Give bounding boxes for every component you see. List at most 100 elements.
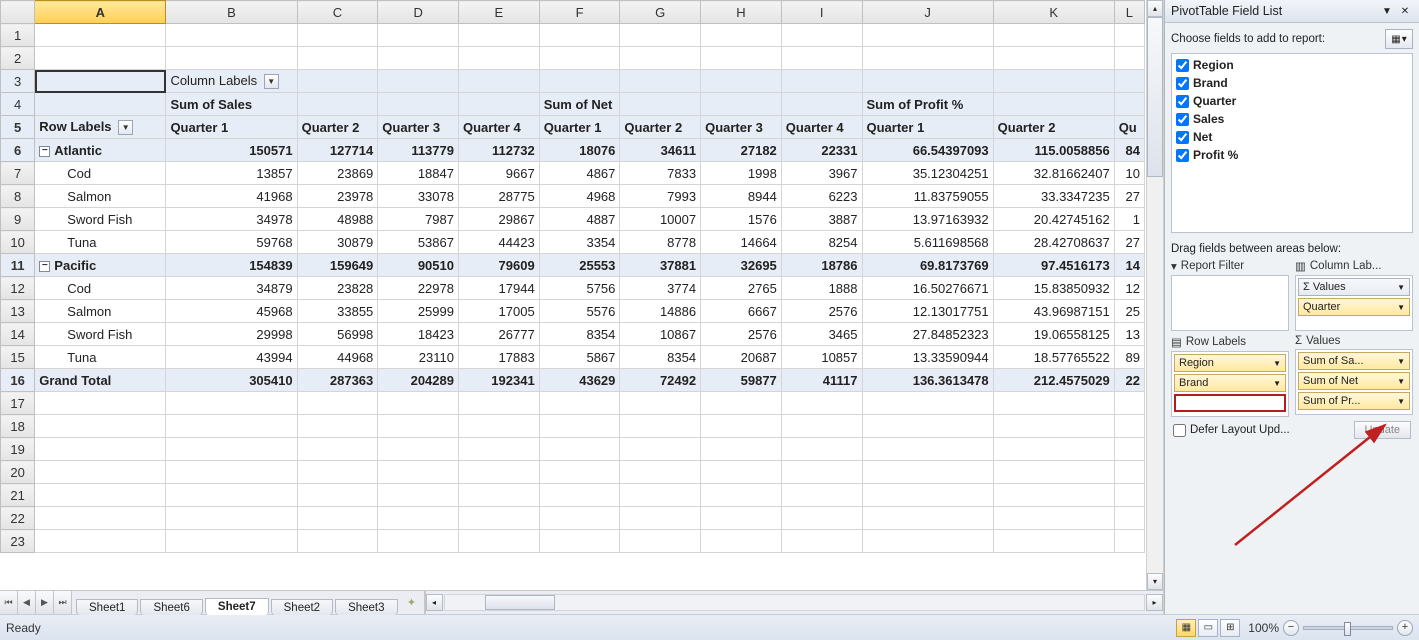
cell[interactable] — [620, 507, 701, 530]
cell[interactable] — [862, 415, 993, 438]
data-cell[interactable]: 33855 — [297, 300, 378, 323]
data-cell[interactable]: 3967 — [781, 162, 862, 185]
cell[interactable] — [993, 507, 1114, 530]
values-dropzone[interactable]: Sum of Sa...▼Sum of Net▼Sum of Pr...▼ — [1295, 349, 1413, 415]
row-header[interactable]: 1 — [1, 24, 35, 47]
data-cell[interactable]: 136.3613478 — [862, 369, 993, 392]
data-cell[interactable]: 5.611698568 — [862, 231, 993, 254]
data-cell[interactable]: 2576 — [781, 300, 862, 323]
sheet-tab[interactable]: Sheet6 — [140, 599, 202, 615]
data-cell[interactable]: 115.0058856 — [993, 139, 1114, 162]
data-cell[interactable]: 33078 — [378, 185, 459, 208]
cell[interactable] — [35, 507, 166, 530]
value-group-header[interactable]: Sum of Profit % — [862, 93, 993, 116]
item-row-label[interactable]: Cod — [35, 277, 166, 300]
column-header[interactable]: I — [781, 1, 862, 24]
data-cell[interactable]: 8254 — [781, 231, 862, 254]
data-cell[interactable]: 150571 — [166, 139, 297, 162]
data-cell[interactable]: 27 — [1114, 185, 1144, 208]
row-header[interactable]: 11 — [1, 254, 35, 277]
cell[interactable] — [378, 392, 459, 415]
scroll-left-arrow[interactable]: ◂ — [426, 594, 443, 611]
cell[interactable] — [166, 415, 297, 438]
column-labels-header[interactable]: Column Labels ▼ — [166, 70, 297, 93]
cell[interactable] — [701, 415, 782, 438]
row-header[interactable]: 2 — [1, 47, 35, 70]
scroll-up-arrow[interactable]: ▴ — [1147, 0, 1163, 17]
data-cell[interactable]: 35.12304251 — [862, 162, 993, 185]
data-cell[interactable]: 17005 — [458, 300, 539, 323]
cell[interactable] — [701, 530, 782, 553]
data-cell[interactable]: 22331 — [781, 139, 862, 162]
cell[interactable] — [166, 461, 297, 484]
cell[interactable] — [620, 93, 701, 116]
data-cell[interactable]: 44423 — [458, 231, 539, 254]
row-header[interactable]: 14 — [1, 323, 35, 346]
data-cell[interactable]: 12.13017751 — [862, 300, 993, 323]
cell[interactable] — [378, 507, 459, 530]
data-cell[interactable]: 20687 — [701, 346, 782, 369]
cell[interactable] — [458, 70, 539, 93]
data-cell[interactable]: 48988 — [297, 208, 378, 231]
data-cell[interactable]: 53867 — [378, 231, 459, 254]
row-header[interactable]: 23 — [1, 530, 35, 553]
cell[interactable] — [378, 70, 459, 93]
field-checkbox[interactable] — [1176, 77, 1189, 90]
data-cell[interactable]: 84 — [1114, 139, 1144, 162]
data-cell[interactable]: 25 — [1114, 300, 1144, 323]
cell[interactable] — [378, 530, 459, 553]
sheet-tab[interactable]: Sheet7 — [205, 598, 269, 615]
data-cell[interactable]: 44968 — [297, 346, 378, 369]
data-cell[interactable]: 11.83759055 — [862, 185, 993, 208]
collapse-icon[interactable]: − — [39, 261, 50, 272]
field-checkbox[interactable] — [1176, 59, 1189, 72]
collapse-icon[interactable]: − — [39, 146, 50, 157]
data-cell[interactable]: 72492 — [620, 369, 701, 392]
quarter-header[interactable]: Quarter 1 — [539, 116, 620, 139]
row-header[interactable]: 17 — [1, 392, 35, 415]
data-cell[interactable]: 212.4575029 — [993, 369, 1114, 392]
cell[interactable] — [297, 24, 378, 47]
cell[interactable] — [1114, 24, 1144, 47]
row-header[interactable]: 6 — [1, 139, 35, 162]
data-cell[interactable]: 5576 — [539, 300, 620, 323]
cell[interactable] — [166, 438, 297, 461]
cell[interactable] — [993, 47, 1114, 70]
data-cell[interactable]: 4887 — [539, 208, 620, 231]
data-cell[interactable]: 3354 — [539, 231, 620, 254]
update-button[interactable]: Update — [1354, 421, 1411, 439]
zoom-percent[interactable]: 100% — [1248, 621, 1279, 635]
row-header[interactable]: 18 — [1, 415, 35, 438]
empty-drop-slot[interactable] — [1174, 394, 1286, 412]
cell[interactable] — [539, 70, 620, 93]
quarter-header[interactable]: Quarter 4 — [781, 116, 862, 139]
cell[interactable] — [35, 461, 166, 484]
data-cell[interactable]: 41968 — [166, 185, 297, 208]
cell[interactable] — [539, 507, 620, 530]
row-header[interactable]: 3 — [1, 70, 35, 93]
data-cell[interactable]: 18847 — [378, 162, 459, 185]
cell[interactable] — [1114, 484, 1144, 507]
row-header[interactable]: 20 — [1, 461, 35, 484]
field-checkbox-row[interactable]: Net — [1174, 128, 1410, 146]
area-pill[interactable]: Region▼ — [1174, 354, 1286, 372]
cell[interactable] — [993, 392, 1114, 415]
layout-options-button[interactable]: ▦ ▾ — [1385, 29, 1413, 49]
cell[interactable] — [993, 93, 1114, 116]
data-cell[interactable]: 17883 — [458, 346, 539, 369]
data-cell[interactable]: 1888 — [781, 277, 862, 300]
cell[interactable] — [297, 47, 378, 70]
cell[interactable] — [701, 461, 782, 484]
zoom-slider[interactable] — [1303, 626, 1393, 630]
data-cell[interactable]: 32695 — [701, 254, 782, 277]
data-cell[interactable]: 3465 — [781, 323, 862, 346]
vertical-scrollbar[interactable]: ▴ ▾ — [1146, 0, 1163, 590]
cell[interactable] — [297, 392, 378, 415]
cell[interactable] — [701, 24, 782, 47]
row-header[interactable]: 4 — [1, 93, 35, 116]
data-cell[interactable]: 19.06558125 — [993, 323, 1114, 346]
cell[interactable] — [458, 24, 539, 47]
column-header[interactable]: E — [458, 1, 539, 24]
row-header[interactable]: 12 — [1, 277, 35, 300]
cell[interactable] — [539, 24, 620, 47]
